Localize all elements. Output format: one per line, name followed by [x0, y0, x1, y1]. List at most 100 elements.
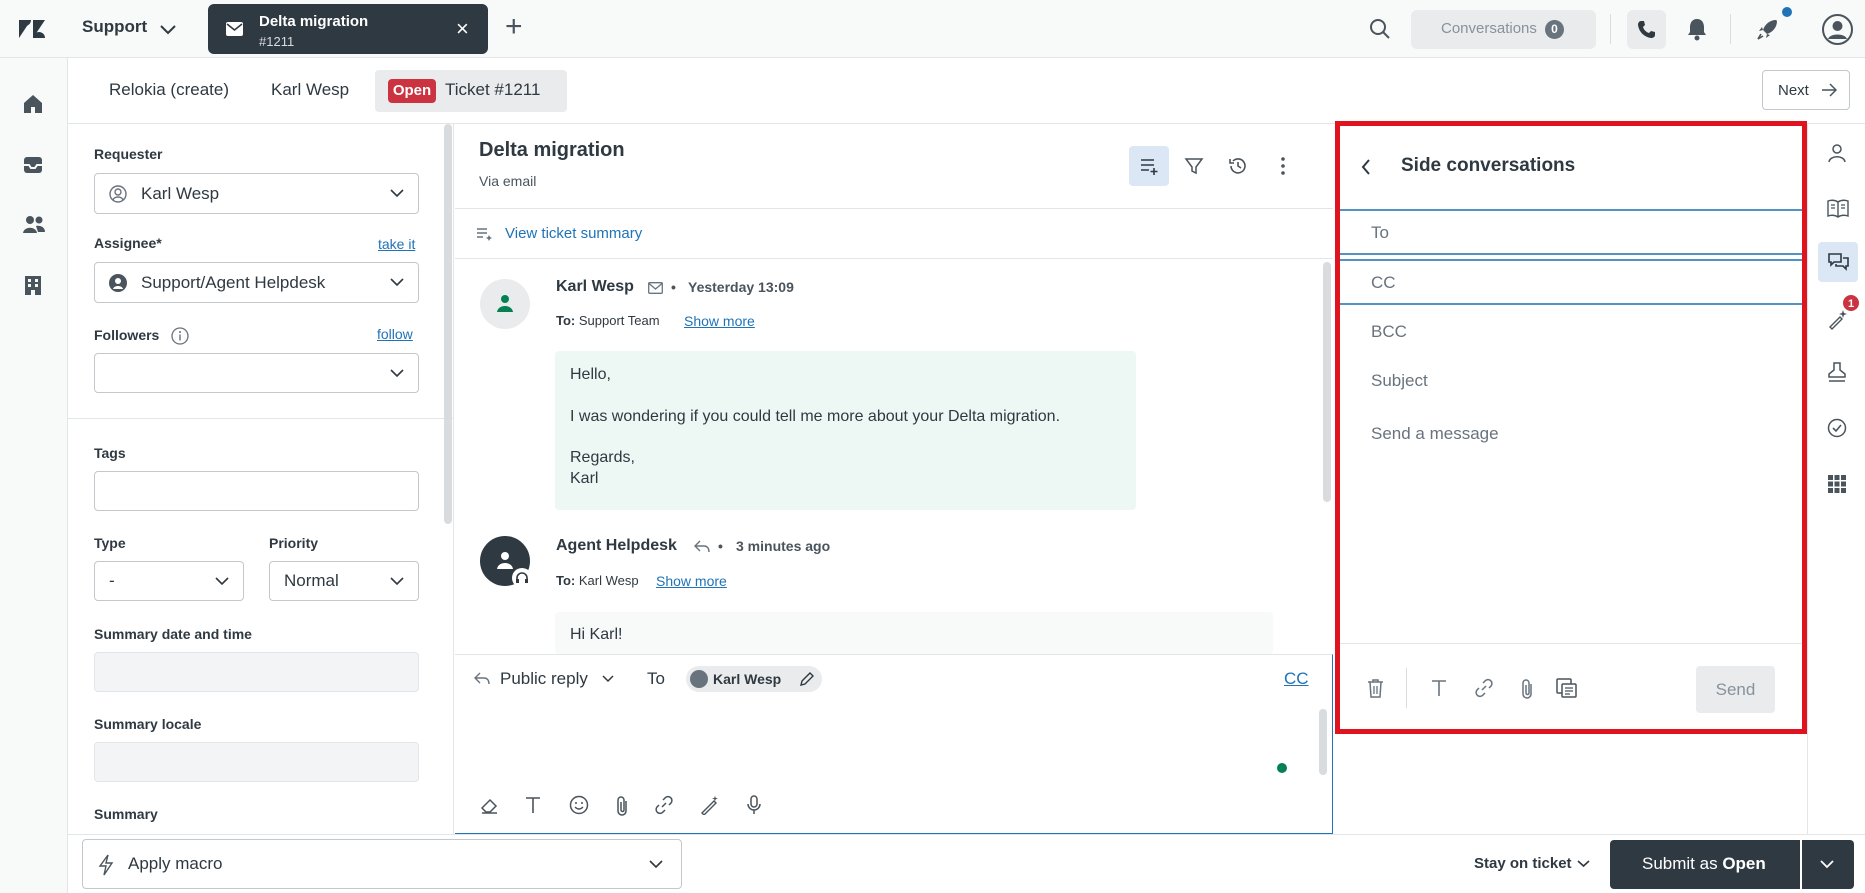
message-recipient: To: Karl Wesp — [556, 573, 639, 588]
composer-scrollbar[interactable] — [1319, 709, 1327, 775]
more-options-button[interactable] — [1263, 146, 1303, 186]
product-switcher-label[interactable]: Support — [82, 17, 147, 37]
take-it-link[interactable]: take it — [378, 236, 415, 252]
message-line: Hi Karl! — [570, 626, 623, 643]
email-channel-icon — [648, 282, 663, 294]
close-tab-icon[interactable]: × — [456, 18, 469, 40]
chevron-down-icon — [390, 189, 404, 198]
notification-badge: 1 — [1842, 294, 1860, 312]
stamp-icon[interactable] — [1827, 361, 1847, 383]
phone-button[interactable] — [1627, 10, 1666, 49]
priority-select[interactable]: Normal — [269, 561, 419, 601]
message-timestamp: Yesterday 13:09 — [688, 279, 794, 295]
conversation-scrollbar[interactable] — [1323, 262, 1331, 502]
divider — [1730, 14, 1731, 44]
knowledge-book-icon[interactable] — [1827, 198, 1849, 218]
ai-agent-icon[interactable] — [1827, 308, 1849, 330]
properties-scrollbar[interactable] — [444, 124, 452, 524]
user-icon — [497, 295, 513, 312]
add-tab-icon[interactable]: + — [505, 12, 523, 42]
info-icon[interactable] — [171, 327, 189, 345]
microphone-icon[interactable] — [747, 795, 761, 815]
submit-prefix: Submit as — [1642, 854, 1718, 873]
user-profile-icon[interactable] — [1827, 143, 1847, 163]
magic-wand-icon[interactable] — [700, 795, 720, 815]
eraser-icon[interactable] — [479, 795, 499, 815]
recipient-chip[interactable]: Karl Wesp — [686, 666, 822, 692]
view-ticket-summary-link[interactable]: View ticket summary — [505, 225, 642, 242]
follow-link[interactable]: follow — [377, 326, 413, 342]
history-icon — [1229, 158, 1246, 174]
text-format-icon[interactable] — [524, 795, 542, 815]
followers-field[interactable] — [94, 353, 419, 393]
apps-grid-icon[interactable] — [1827, 474, 1847, 494]
requester-avatar — [480, 279, 530, 329]
breadcrumb-ticket[interactable]: Open Ticket #1211 — [375, 70, 567, 112]
chevron-down-icon — [649, 860, 663, 869]
requester-field[interactable]: Karl Wesp — [94, 173, 419, 214]
agent-avatar-icon — [109, 274, 127, 292]
to-label: To: — [556, 313, 576, 328]
filter-button[interactable] — [1174, 146, 1214, 186]
inbox-icon[interactable] — [22, 154, 44, 176]
attachment-icon[interactable] — [615, 795, 629, 817]
message-bullet: • — [718, 538, 723, 554]
message-body: Hello, I was wondering if you could tell… — [555, 351, 1136, 510]
assignee-field[interactable]: Support/Agent Helpdesk — [94, 262, 419, 303]
message-recipient: To: Support Team — [556, 313, 660, 328]
assignee-value: Support/Agent Helpdesk — [141, 273, 326, 292]
search-icon[interactable] — [1369, 18, 1391, 40]
status-badge: Open — [388, 79, 436, 103]
show-more-link[interactable]: Show more — [684, 313, 755, 329]
chevron-down-icon[interactable] — [602, 674, 614, 683]
recipient-name: Support Team — [578, 313, 660, 328]
agent-avatar — [480, 536, 532, 588]
divider — [455, 208, 1333, 209]
bell-icon[interactable] — [1686, 17, 1708, 41]
reply-icon — [474, 672, 490, 685]
user-circle-icon — [109, 185, 127, 203]
chevron-down-icon — [1820, 860, 1834, 869]
message-author[interactable]: Agent Helpdesk — [556, 537, 677, 555]
next-label: Next — [1778, 82, 1809, 99]
rocket-icon[interactable] — [1756, 17, 1780, 41]
side-conversations-icon — [1828, 253, 1849, 271]
type-select[interactable]: - — [94, 561, 244, 601]
cc-link[interactable]: CC — [1284, 669, 1309, 689]
chevron-down-icon — [390, 369, 404, 378]
ticket-tab-active[interactable]: Delta migration #1211 × — [208, 4, 488, 54]
emoji-icon[interactable] — [569, 795, 589, 815]
section-divider — [68, 418, 453, 419]
zendesk-logo-icon[interactable] — [18, 17, 46, 41]
breadcrumb-organization[interactable]: Relokia (create) — [109, 80, 229, 100]
message-body: Hi Karl! — [555, 612, 1273, 654]
users-icon[interactable] — [22, 214, 46, 236]
link-icon[interactable] — [654, 795, 674, 815]
reply-type-selector[interactable]: Public reply — [500, 669, 588, 689]
summary-datetime-field — [94, 652, 419, 692]
apply-macro-select[interactable]: Apply macro — [82, 839, 682, 889]
next-ticket-button[interactable]: Next — [1762, 70, 1850, 110]
conversations-button[interactable]: Conversations 0 — [1411, 10, 1596, 49]
stay-on-ticket-select[interactable]: Stay on ticket — [1474, 855, 1572, 872]
tags-field[interactable] — [94, 471, 419, 511]
tab-subtitle: #1211 — [259, 34, 295, 49]
building-icon[interactable] — [22, 274, 44, 296]
conversation-list-button[interactable] — [1129, 146, 1169, 186]
summary-locale-label: Summary locale — [94, 716, 202, 732]
reply-composer[interactable]: Public reply To Karl Wesp CC — [455, 654, 1333, 834]
chevron-down-icon[interactable] — [158, 19, 178, 39]
headset-icon — [516, 572, 528, 583]
submit-options-button[interactable] — [1802, 840, 1854, 889]
pencil-icon[interactable] — [799, 671, 815, 687]
message-author[interactable]: Karl Wesp — [556, 278, 634, 296]
history-button[interactable] — [1218, 146, 1258, 186]
apply-macro-label: Apply macro — [128, 854, 223, 873]
chevron-down-icon[interactable] — [1577, 859, 1590, 868]
home-icon[interactable] — [22, 93, 44, 115]
user-avatar-icon[interactable] — [1822, 14, 1853, 45]
submit-button[interactable]: Submit as Open — [1610, 840, 1800, 889]
check-circle-icon[interactable] — [1827, 418, 1847, 438]
breadcrumb-requester[interactable]: Karl Wesp — [271, 80, 349, 100]
show-more-link[interactable]: Show more — [656, 573, 727, 589]
